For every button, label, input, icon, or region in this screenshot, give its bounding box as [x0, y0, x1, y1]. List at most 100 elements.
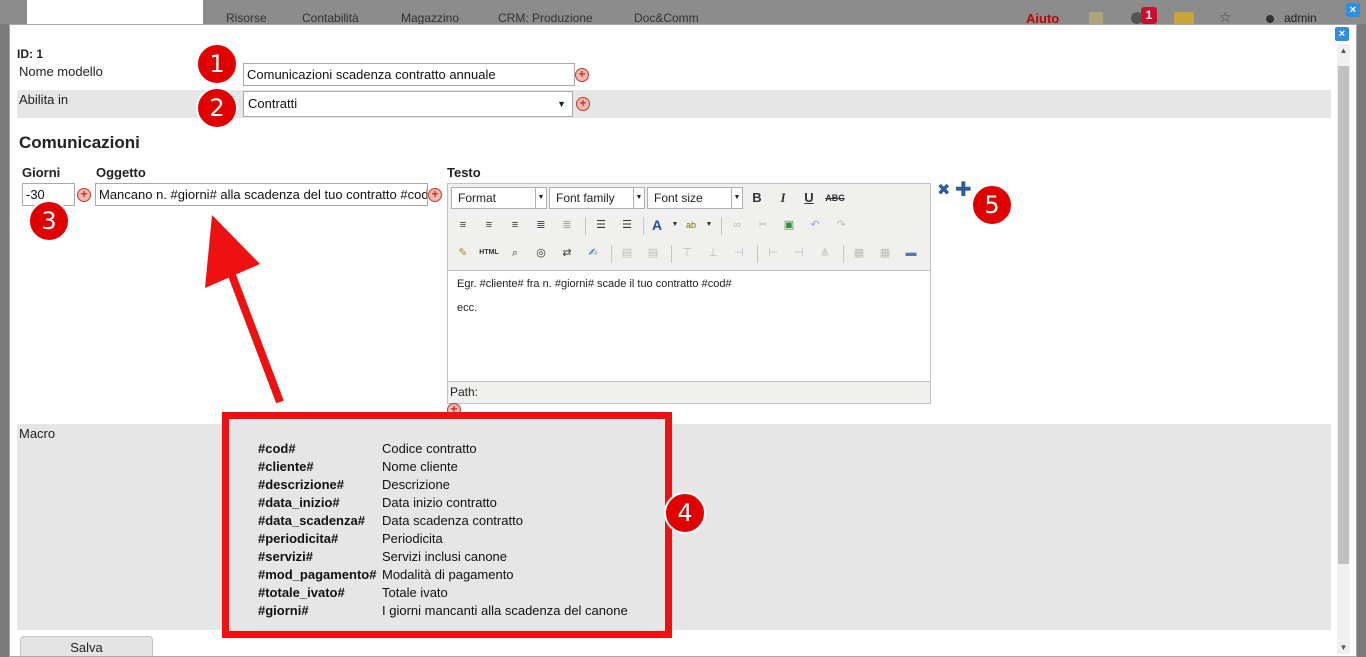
numbered-list-icon[interactable]: ☰: [617, 215, 637, 235]
macro-code: #descrizione#: [258, 477, 344, 492]
underline-icon[interactable]: U: [799, 188, 819, 208]
macro-desc: Data inizio contratto: [382, 495, 497, 510]
outdent-icon[interactable]: ≣: [557, 215, 577, 235]
scroll-up-icon[interactable]: ▲: [1337, 46, 1350, 55]
user-name[interactable]: admin: [1284, 11, 1317, 25]
remove-row-icon[interactable]: ✖: [937, 183, 950, 199]
align-left-icon[interactable]: ≡: [453, 215, 473, 235]
save-button[interactable]: Salva: [20, 636, 153, 656]
preview-icon[interactable]: ⌕: [505, 243, 525, 263]
col-after-icon[interactable]: ⊣: [789, 243, 809, 263]
font-family-select[interactable]: Font family ▼: [549, 187, 645, 209]
testo-header: Testo: [447, 165, 481, 180]
split-cells-icon[interactable]: ▦: [875, 243, 895, 263]
oggetto-input[interactable]: Mancano n. #giorni# alla scadenza del tu…: [95, 183, 428, 206]
align-center-icon[interactable]: ≡: [479, 215, 499, 235]
unlink-icon[interactable]: ✂: [753, 215, 773, 235]
macro-label: Macro: [19, 426, 56, 441]
nome-modello-label: Nome modello: [19, 64, 103, 79]
horizontal-rule-icon[interactable]: ▬: [901, 243, 921, 263]
macro-desc: Periodicita: [382, 531, 443, 546]
scrollbar[interactable]: ▲ ▼: [1337, 44, 1350, 654]
undo-icon[interactable]: ↶: [805, 215, 825, 235]
nav-crm-produzione[interactable]: CRM: Produzione: [498, 11, 593, 25]
scrollbar-thumb[interactable]: [1338, 66, 1349, 564]
toolbar-separator: [757, 245, 758, 263]
bold-icon[interactable]: B: [747, 188, 767, 208]
delete-col-icon[interactable]: ⋔: [815, 243, 835, 263]
merge-cells-icon[interactable]: ▦: [849, 243, 869, 263]
modal-dialog: × ▲ ▼ ID: 1 Nome modello Comunicazioni s…: [9, 24, 1357, 657]
macro-code: #mod_pagamento#: [258, 567, 377, 582]
macro-desc: Descrizione: [382, 477, 450, 492]
replace-icon[interactable]: ⇄: [557, 243, 577, 263]
font-size-select[interactable]: Font size ▼: [647, 187, 743, 209]
clipboard-icon[interactable]: [1089, 12, 1103, 24]
justify-icon[interactable]: ≣: [531, 215, 551, 235]
notification-badge: 1: [1141, 7, 1157, 24]
highlight-color-icon[interactable]: ab: [681, 215, 701, 235]
align-right-icon[interactable]: ≡: [505, 215, 525, 235]
macro-desc: Nome cliente: [382, 459, 458, 474]
oggetto-add-icon[interactable]: +: [428, 188, 442, 202]
scroll-down-icon[interactable]: ▼: [1337, 643, 1350, 652]
format-select[interactable]: Format ▼: [451, 187, 547, 209]
chevron-down-icon: ▼: [633, 188, 644, 208]
edit-icon[interactable]: ✍: [583, 243, 603, 263]
image-icon[interactable]: ▣: [779, 215, 799, 235]
nav-magazzino[interactable]: Magazzino: [401, 11, 459, 25]
redo-icon[interactable]: ↷: [831, 215, 851, 235]
window-close-icon[interactable]: ×: [1346, 3, 1360, 17]
toolbar-separator: [643, 217, 644, 235]
italic-icon[interactable]: I: [773, 188, 793, 208]
nav-doc-comm[interactable]: Doc&Comm: [634, 11, 699, 25]
font-size-label: Font size: [654, 191, 703, 205]
chevron-down-icon: ▼: [535, 188, 546, 208]
mail-icon[interactable]: [1174, 12, 1194, 24]
bullet-list-icon[interactable]: ☰: [591, 215, 611, 235]
link-icon[interactable]: ∞: [727, 215, 747, 235]
clean-format-icon[interactable]: ✎: [453, 243, 473, 263]
app-topbar: Risorse Contabilità Magazzino CRM: Produ…: [0, 0, 1366, 26]
chevron-down-icon: ▼: [557, 99, 566, 109]
add-option-icon[interactable]: +: [576, 97, 590, 111]
annotation-marker-2: 2: [196, 87, 238, 129]
col-before-icon[interactable]: ⊢: [763, 243, 783, 263]
macro-code: #cod#: [258, 441, 296, 456]
arrow-shaft: [226, 268, 284, 404]
toolbar-separator: [585, 217, 586, 235]
annotation-marker-4: 4: [664, 492, 706, 534]
nav-contabilita[interactable]: Contabilità: [302, 11, 359, 25]
record-id: ID: 1: [17, 47, 44, 61]
chevron-down-icon[interactable]: ▼: [699, 215, 719, 235]
add-row-icon[interactable]: ✚: [955, 180, 972, 200]
macro-code: #data_inizio#: [258, 495, 340, 510]
star-icon[interactable]: ☆: [1219, 10, 1233, 24]
table-insert-icon[interactable]: ▤: [617, 243, 637, 263]
giorni-header: Giorni: [22, 165, 61, 180]
nome-modello-input[interactable]: Comunicazioni scadenza contratto annuale: [243, 63, 575, 86]
delete-row-icon[interactable]: ⊣: [729, 243, 749, 263]
text-color-icon[interactable]: A: [647, 215, 667, 235]
giorni-add-icon[interactable]: +: [77, 188, 91, 202]
macro-list-box: #cod# Codice contratto #cliente# Nome clie…: [222, 412, 672, 638]
editor-content[interactable]: Egr. #cliente# fra n. #giorni# scade il …: [448, 270, 930, 381]
annotation-marker-3: 3: [28, 200, 70, 242]
oggetto-header: Oggetto: [96, 165, 146, 180]
nav-risorse[interactable]: Risorse: [226, 11, 267, 25]
row-before-icon[interactable]: ⊤: [677, 243, 697, 263]
modal-close-icon[interactable]: ×: [1335, 27, 1349, 41]
html-source-icon[interactable]: HTML: [479, 243, 499, 263]
abilita-in-select[interactable]: Contratti ▼: [243, 91, 573, 117]
row-after-icon[interactable]: ⊥: [703, 243, 723, 263]
add-translation-icon[interactable]: +: [575, 68, 589, 82]
find-icon[interactable]: ◎: [531, 243, 551, 263]
table-props-icon[interactable]: ▤: [643, 243, 663, 263]
toolbar-separator: [721, 217, 722, 235]
abilita-in-label: Abilita in: [19, 92, 69, 107]
logo: [27, 0, 203, 24]
macro-desc: I giorni mancanti alla scadenza del cano…: [382, 603, 628, 618]
format-label: Format: [458, 191, 497, 205]
strikethrough-icon[interactable]: ABC: [825, 188, 845, 208]
macro-desc: Modalità di pagamento: [382, 567, 514, 582]
